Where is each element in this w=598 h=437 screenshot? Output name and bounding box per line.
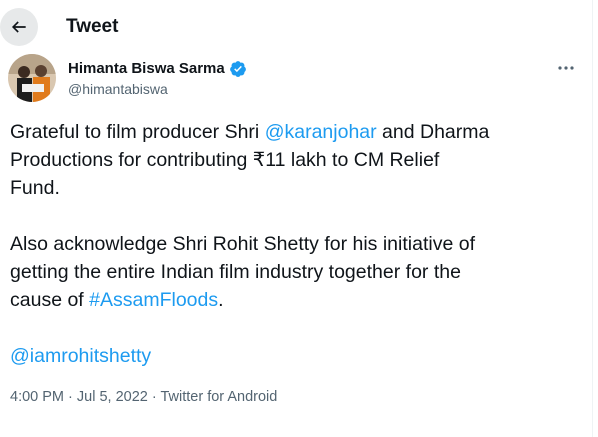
arrow-left-icon <box>11 21 26 33</box>
hashtag-assamfloods-link[interactable]: #AssamFloods <box>89 289 218 311</box>
tweet-text-segment: . <box>218 289 224 311</box>
tweet-text: Grateful to film producer Shri @karanjoh… <box>10 118 585 370</box>
more-options-button[interactable] <box>556 60 576 76</box>
tweet-text-segment: Grateful to film producer Shri <box>10 121 265 143</box>
back-button[interactable] <box>0 8 38 46</box>
tweet-metadata: 4:00 PM · Jul 5, 2022 · Twitter for Andr… <box>10 388 277 406</box>
tweet-text-segment: Productions for contributing ₹11 lakh to… <box>10 149 440 171</box>
author-handle[interactable]: @himantabiswa <box>68 81 168 98</box>
tweet-paragraph-3: @iamrohitshetty <box>10 342 585 370</box>
tweet-date[interactable]: Jul 5, 2022 <box>77 389 148 405</box>
mention-iamrohitshetty-link[interactable]: @iamrohitshetty <box>10 345 151 367</box>
tweet-text-segment: getting the entire Indian film industry … <box>10 261 461 283</box>
tweet-time[interactable]: 4:00 PM <box>10 389 64 405</box>
author-name[interactable]: Himanta Biswa Sarma <box>68 60 247 78</box>
avatar[interactable] <box>8 54 56 102</box>
column-border <box>592 0 593 437</box>
tweet-text-segment: and Dharma <box>376 121 490 143</box>
tweet-text-segment: Fund. <box>10 177 60 199</box>
meta-separator: · <box>64 389 77 405</box>
tweet-paragraph-1: Grateful to film producer Shri @karanjoh… <box>10 118 585 202</box>
tweet-text-segment: Also acknowledge Shri Rohit Shetty for h… <box>10 233 475 255</box>
verified-badge-icon <box>229 60 247 78</box>
mention-karanjohar-link[interactable]: @karanjohar <box>265 121 377 143</box>
more-dots-icon <box>558 66 574 70</box>
avatar-image <box>8 54 56 102</box>
tweet-source[interactable]: Twitter for Android <box>160 389 277 405</box>
tweet-paragraph-2: Also acknowledge Shri Rohit Shetty for h… <box>10 230 585 314</box>
page-title: Tweet <box>66 16 119 37</box>
tweet-text-segment: cause of <box>10 289 90 311</box>
meta-separator: · <box>147 389 161 405</box>
author-name-text: Himanta Biswa Sarma <box>68 60 225 77</box>
